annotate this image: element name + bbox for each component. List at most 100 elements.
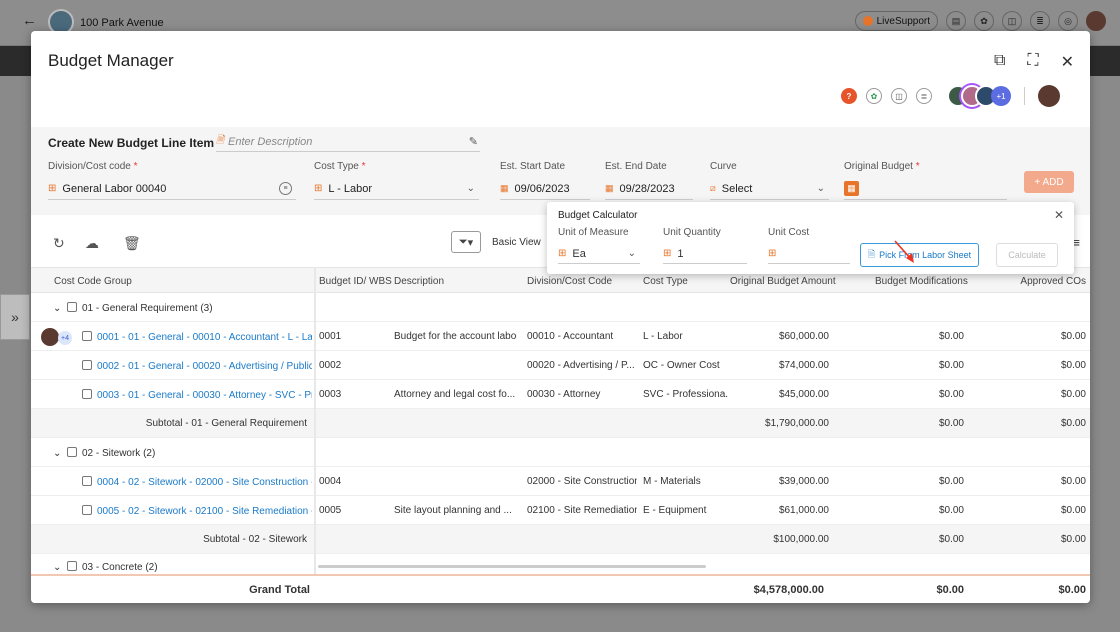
checkbox[interactable] [82,389,92,399]
header-leaf-icon[interactable]: ✿ [974,11,994,31]
calendar-icon: ▦ [605,183,614,193]
group-toggle[interactable]: ⌄ 02 - Sitework (2) [53,447,155,459]
uom-label: Unit of Measure [558,227,629,238]
filter-icon: ⏷ [458,235,468,248]
end-date-label: Est. End Date [605,161,667,172]
livesupport-button[interactable]: LiveSupport [854,11,938,31]
modal-title: Budget Manager [48,51,174,70]
grid-icon: ⊞ [663,248,672,259]
help-icon[interactable]: ? [841,88,857,104]
checkbox[interactable] [66,561,77,571]
line-item-link[interactable]: 0005 - 02 - Sitework - 02100 - Site Reme… [97,506,312,517]
line-item-link[interactable]: 0002 - 01 - General - 00020 - Advertisin… [97,361,312,372]
col-budget-mods[interactable]: Budget Modifications [875,276,968,287]
curve-icon: ⧄ [710,183,716,193]
quantity-input[interactable]: ⊞ 1 [663,244,747,264]
table-row[interactable]: +4 0001 - 01 - General - 00010 - Account… [31,322,1090,351]
description-input[interactable]: 🗎 Enter Description ✎ [216,132,480,152]
line-item-link[interactable]: 0004 - 02 - Sitework - 02000 - Site Cons… [97,477,312,488]
fullscreen-icon[interactable]: ⛶ [1027,52,1038,72]
col-budget-id[interactable]: Budget ID/ WBS [319,276,392,287]
table-row[interactable]: 0004 - 02 - Sitework - 02000 - Site Cons… [31,467,1090,496]
cell-cos: $0.00 [1060,389,1086,400]
table-row[interactable]: 0005 - 02 - Sitework - 02100 - Site Reme… [31,496,1090,525]
pencil-icon[interactable]: ✎ [469,135,478,148]
current-user-avatar[interactable] [1038,85,1060,107]
header-grid-icon[interactable]: ▤ [946,11,966,31]
document-icon[interactable]: ◫ [891,88,907,104]
collaborator-avatars[interactable]: +1 [947,85,1011,107]
unit-cost-label: Unit Cost [768,227,810,238]
cell-id: 0001 [319,331,342,342]
required-mark: * [915,161,920,172]
cell-id: 0005 [319,505,342,516]
calculator-icon[interactable]: ▦ [844,181,859,196]
col-description[interactable]: Description [394,276,444,287]
group-row[interactable]: ⌄ 02 - Sitework (2) [31,438,1090,467]
pick-from-labor-sheet-button[interactable]: 🗎 Pick From Labor Sheet [860,243,979,267]
start-date-label: Est. Start Date [500,161,566,172]
checkbox[interactable] [82,360,92,370]
cell-desc: Site layout planning and ... [394,505,512,516]
line-item-link[interactable]: 0003 - 01 - General - 00030 - Attorney -… [97,390,312,401]
division-label-text: Division/Cost code [48,161,131,172]
start-date-value: 09/06/2023 [514,182,570,195]
trash-icon[interactable]: 🗑 [123,235,141,252]
project-name[interactable]: 100 Park Avenue [80,17,164,29]
calculate-button[interactable]: Calculate [996,243,1058,267]
subtotal-orig: $100,000.00 [773,534,829,545]
curve-select[interactable]: ⧄ Select ⌄ [710,178,829,200]
original-budget-label-text: Original Budget [844,161,913,172]
upload-cloud-icon[interactable]: ☁ [85,235,99,252]
close-icon[interactable]: ✕ [1061,52,1074,72]
grand-total-cos: $0.00 [1058,584,1086,596]
unit-cost-input[interactable]: ⊞ [768,244,850,264]
header-chat-icon[interactable]: ◎ [1058,11,1078,31]
header-list-icon[interactable]: ≣ [1030,11,1050,31]
subtotal-label: Subtotal - 02 - Sitework [203,534,307,545]
original-budget-input[interactable]: ▦ [844,178,1007,200]
cell-orig: $39,000.00 [778,476,829,487]
checkbox[interactable] [82,505,92,515]
col-cost-type[interactable]: Cost Type [643,276,688,287]
subtotal-cos: $0.00 [1060,418,1086,429]
header-doc-icon[interactable]: ◫ [1002,11,1022,31]
back-arrow-icon[interactable]: ← [22,12,37,29]
col-division[interactable]: Division/Cost Code [527,276,612,287]
add-button[interactable]: + ADD [1024,171,1074,193]
checkbox[interactable] [82,476,92,486]
uom-select[interactable]: ⊞ Ea ⌄ [558,244,640,264]
cost-type-select[interactable]: ⊞ L - Labor ⌄ [314,178,479,200]
checkbox[interactable] [66,302,77,312]
cell-type: OC - Owner Cost [643,360,720,371]
expand-sidebar-icon[interactable]: » [0,294,30,340]
group-toggle[interactable]: ⌄ 03 - Concrete (2) [53,561,158,573]
budget-calculator-popup: Budget Calculator ✕ Unit of Measure ⊞ Ea ⌄… [547,202,1074,274]
division-select[interactable]: ⊞ General Labor 00040 ≡ [48,178,296,200]
col-approved-cos[interactable]: Approved COs [1020,276,1086,287]
checkbox[interactable] [66,447,77,457]
table-row[interactable]: 0002 - 01 - General - 00020 - Advertisin… [31,351,1090,380]
refresh-icon[interactable]: ↻ [53,235,65,252]
report-icon[interactable]: ≣ [916,88,932,104]
grand-total-mods: $0.00 [936,584,964,596]
list-icon[interactable]: ≡ [279,182,292,195]
col-cost-code-group[interactable]: Cost Code Group [54,276,132,287]
leaf-icon[interactable]: ✿ [866,88,882,104]
group-row[interactable]: ⌄ 03 - Concrete (2) [31,554,1090,574]
view-select[interactable]: Basic View [492,237,541,248]
end-date-input[interactable]: ▦ 09/28/2023 [605,178,693,200]
col-original-budget[interactable]: Original Budget Amount [730,276,836,287]
group-toggle[interactable]: ⌄ 01 - General Requirement (3) [53,302,213,314]
line-item-link[interactable]: 0001 - 01 - General - 00010 - Accountant… [97,332,312,343]
cell-div: 00020 - Advertising / P... [527,360,635,371]
group-row[interactable]: ⌄ 01 - General Requirement (3) [31,293,1090,322]
start-date-input[interactable]: ▦ 09/06/2023 [500,178,590,200]
user-avatar[interactable] [1086,11,1106,31]
checkbox[interactable] [82,331,92,341]
filter-button[interactable]: ⏷ ▾ [451,231,481,253]
horizontal-scrollbar[interactable] [318,565,706,568]
open-external-icon[interactable]: ⧉ [994,52,1005,72]
table-row[interactable]: 0003 - 01 - General - 00030 - Attorney -… [31,380,1090,409]
close-icon[interactable]: ✕ [1054,208,1064,222]
